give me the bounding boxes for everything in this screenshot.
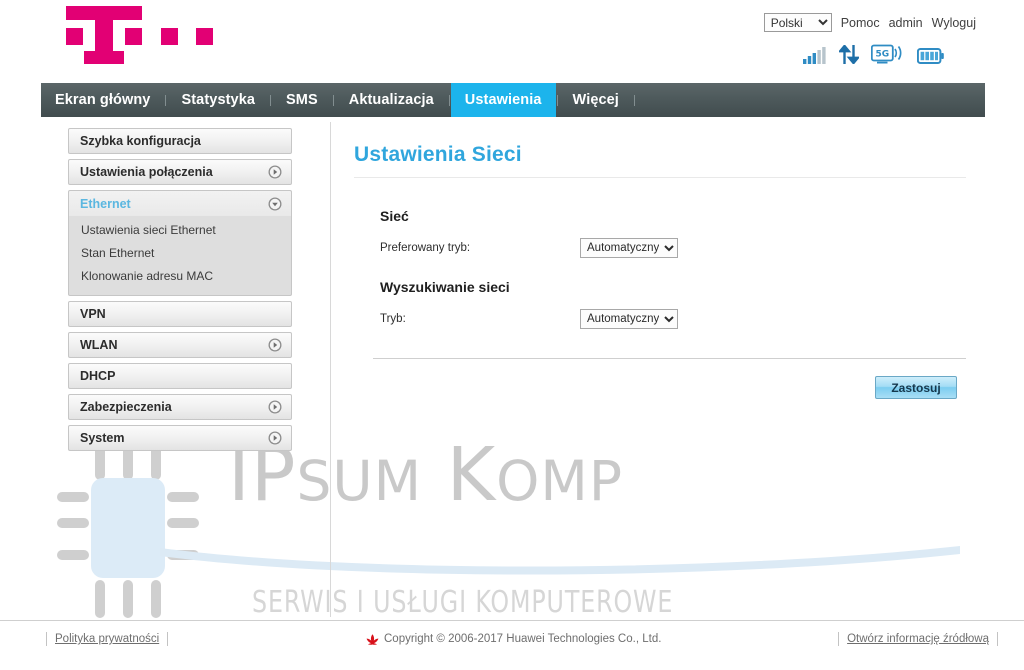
apply-button[interactable]: Zastosuj [875,376,957,399]
sidebar-item-label: VPN [80,307,106,321]
battery-icon [917,48,944,64]
sidebar-item-system[interactable]: System [68,425,292,451]
page-title: Ustawienia Sieci [354,143,522,166]
help-link[interactable]: Pomoc [841,16,880,30]
form-row-preferred-mode: Preferowany tryb: Automatyczny [380,235,990,261]
sidebar-item-wlan[interactable]: WLAN [68,332,292,358]
copyright-text: Copyright © 2006-2017 Huawei Technologie… [366,632,661,646]
watermark-brand-k: K [446,432,497,518]
privacy-policy-link[interactable]: Polityka prywatności [46,632,169,646]
sidebar-item-label: Szybka konfiguracja [80,134,201,148]
section-heading-network-search: Wyszukiwanie sieci [380,279,510,295]
page-header: Polski Pomoc admin Wyloguj 5G [0,0,1024,84]
swoosh-decoration [160,546,960,575]
form-bottom-rule [373,358,966,359]
sidebar-item-label: System [80,431,125,445]
watermark-brand-sum: SUM [296,449,423,513]
sidebar-item-label: Zabezpieczenia [80,400,172,414]
nav-item-statistics[interactable]: Statystyka [167,83,269,117]
watermark-tagline: SERWIS I USŁUGI KOMPUTEROWE [252,585,674,620]
status-icon-bar: 5G [803,44,944,64]
sidebar-item-connection-settings[interactable]: Ustawienia połączenia [68,159,292,185]
data-transfer-icon [839,45,859,64]
nav-separator [165,94,167,106]
chevron-right-icon [268,400,282,414]
sidebar-item-label: Ethernet [80,196,131,211]
sidebar-item-label: DHCP [80,369,116,383]
main-navigation: Ekran główny Statystyka SMS Aktualizacja… [41,83,985,117]
nav-separator [556,94,558,106]
sidebar-subitem-mac-clone[interactable]: Klonowanie adresu MAC [69,265,291,288]
form-label-preferred-mode: Preferowany tryb: [380,242,471,254]
source-info-link[interactable]: Otwórz informację źródłową [838,632,998,646]
huawei-logo-icon [366,633,379,645]
nav-item-home[interactable]: Ekran główny [41,83,164,117]
nav-item-more[interactable]: Więcej [559,83,633,117]
chevron-right-icon [268,165,282,179]
signal-strength-icon [803,47,826,64]
main-content: Ustawienia Sieci Sieć Preferowany tryb: … [330,122,990,399]
watermark-brand-omp: OMP [496,449,624,513]
watermark: IPSUM KOMP SERWIS I USŁUGI KOMPUTEROWE [0,430,1024,640]
chevron-right-icon [268,431,282,445]
sidebar-item-label: WLAN [80,338,118,352]
sidebar-submenu-ethernet: Ustawienia sieci Ethernet Stan Ethernet … [68,216,292,296]
sidebar-item-vpn[interactable]: VPN [68,301,292,327]
sidebar-menu: Szybka konfiguracja Ustawienia połączeni… [68,128,292,456]
network-settings-form: Sieć Preferowany tryb: Automatyczny Wysz… [380,208,990,332]
copyright-label: Copyright © 2006-2017 Huawei Technologie… [384,633,662,645]
title-rule [354,177,966,178]
preferred-mode-select[interactable]: Automatyczny [580,238,678,258]
search-mode-select[interactable]: Automatyczny [580,309,678,329]
nav-separator [448,94,450,106]
account-link[interactable]: admin [889,16,923,30]
form-row-search-mode: Tryb: Automatyczny [380,306,990,332]
language-select[interactable]: Polski [763,13,832,32]
svg-text:5G: 5G [875,49,889,59]
t-mobile-logo-icon [66,6,213,64]
nav-item-update[interactable]: Aktualizacja [335,83,448,117]
nav-separator [633,94,635,106]
sidebar-item-quick-setup[interactable]: Szybka konfiguracja [68,128,292,154]
sidebar-item-label: Ustawienia połączenia [80,165,213,179]
nav-item-settings[interactable]: Ustawienia [450,83,556,117]
form-label-search-mode: Tryb: [380,313,406,325]
chevron-down-icon [268,197,282,210]
network-mode-icon: 5G [871,44,902,64]
logout-link[interactable]: Wyloguj [932,16,976,30]
sidebar-subitem-ethernet-status[interactable]: Stan Ethernet [69,242,291,265]
sidebar-item-ethernet[interactable]: Ethernet [68,190,292,216]
sidebar-item-dhcp[interactable]: DHCP [68,363,292,389]
apply-button-wrap: Zastosuj [330,376,957,399]
sidebar-subitem-ethernet-network-settings[interactable]: Ustawienia sieci Ethernet [69,219,291,242]
header-top-nav: Polski Pomoc admin Wyloguj [763,13,976,32]
sidebar-item-security[interactable]: Zabezpieczenia [68,394,292,420]
nav-separator [332,94,334,106]
router-admin-page: IPSUM KOMP SERWIS I USŁUGI KOMPUTEROWE P… [0,0,1024,670]
chevron-right-icon [268,338,282,352]
nav-item-sms[interactable]: SMS [272,83,332,117]
nav-separator [270,94,272,106]
page-footer: Polityka prywatności Copyright © 2006-20… [0,620,1024,670]
section-heading-network: Sieć [380,208,409,224]
cpu-chip-icon [57,442,199,618]
